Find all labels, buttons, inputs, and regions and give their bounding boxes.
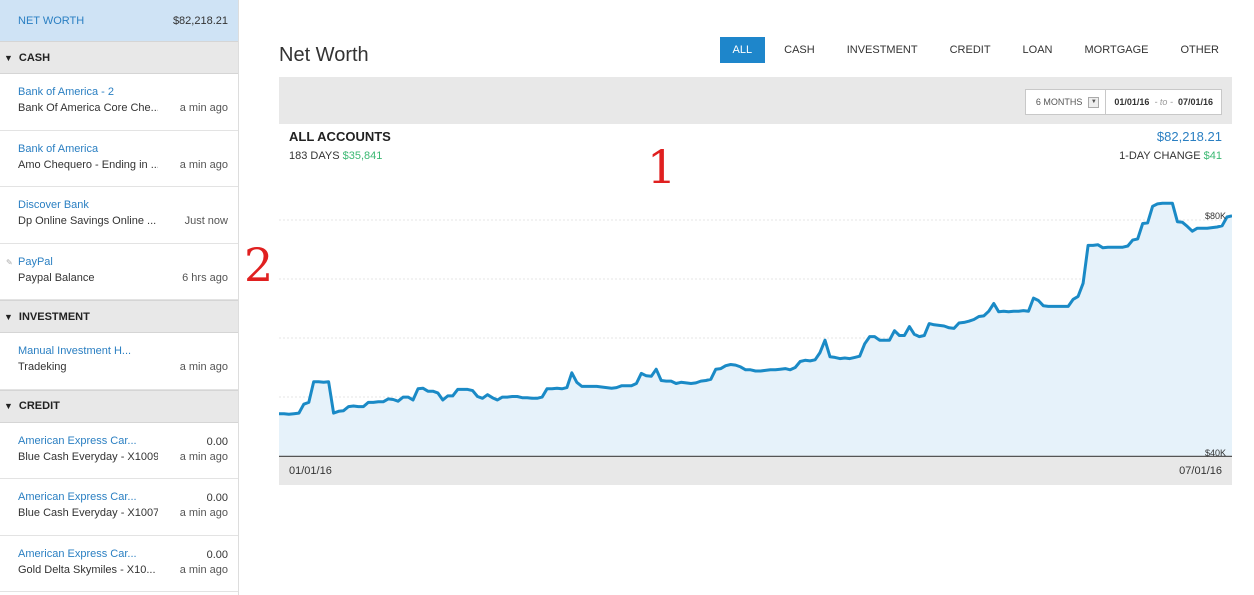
date-range-control: 6 MONTHS ▼ 01/01/16 - to - 07/01/16 (1024, 89, 1222, 115)
filter-tab-credit[interactable]: CREDIT (937, 37, 1004, 63)
account-updated-time: a min ago (179, 450, 228, 463)
account-name[interactable]: Discover Bank (18, 199, 228, 211)
account-description: Gold Delta Skymiles - X10... (18, 563, 156, 576)
account-item[interactable]: American Express Car... Blue Cash Everyda… (0, 479, 238, 536)
account-item[interactable]: Manual Investment H... Tradeking a min ago (0, 333, 238, 390)
account-name[interactable]: American Express Car... (18, 491, 228, 503)
account-description: Amo Chequero - Ending in ... (18, 158, 158, 171)
account-updated-time: a min ago (179, 563, 228, 576)
sync-status-icon: ✎ (6, 257, 13, 267)
chevron-down-icon: ▼ (1088, 96, 1100, 108)
account-updated-time: a min ago (179, 507, 228, 519)
account-name[interactable]: Bank of America - 2 (18, 86, 228, 98)
account-updated-time: a min ago (179, 102, 228, 114)
range-start-date[interactable]: 01/01/16 (1114, 97, 1149, 107)
account-description: Blue Cash Everyday - X1007 (18, 507, 158, 519)
account-sidebar: NET WORTH $82,218.21 ▼ CASH Bank of Americ… (0, 0, 239, 595)
page-title: Net Worth (279, 44, 369, 66)
range-to-label: - to - (1154, 97, 1173, 107)
account-updated-time: 6 hrs ago (182, 271, 228, 284)
account-groups: ▼ CASH Bank of America - 2 Bank Of America … (0, 41, 238, 592)
group-header-cash[interactable]: ▼ CASH (0, 41, 238, 74)
summary-title: ALL ACCOUNTS (289, 129, 391, 144)
account-item[interactable]: American Express Car... Blue Cash Everyda… (0, 423, 238, 479)
account-balance: 0.00 (206, 548, 228, 561)
series-area-fill (279, 203, 1232, 457)
net-worth-row[interactable]: NET WORTH $82,218.21 (0, 0, 238, 41)
caret-down-icon: ▼ (4, 311, 13, 322)
y-tick-label: $40K (1205, 448, 1226, 457)
main-content: Net Worth ALL CASH INVESTMENT CREDIT LOAN MOR… (279, 0, 1232, 595)
account-item[interactable]: Discover Bank Dp Online Savings Online ..… (0, 187, 238, 244)
filter-tab-cash[interactable]: CASH (771, 37, 828, 63)
account-item[interactable]: Bank of America Amo Chequero - Ending in … (0, 131, 238, 187)
caret-down-icon: ▼ (4, 52, 13, 63)
net-worth-value: $82,218.21 (172, 14, 228, 27)
one-day-change: 1-DAY CHANGE $41 (1119, 150, 1222, 162)
account-item[interactable]: American Express Car... Gold Delta Skymil… (0, 536, 238, 592)
x-axis-labels: 01/01/16 07/01/16 (279, 459, 1232, 485)
group-title: CASH (18, 51, 51, 64)
one-day-change-label: 1-DAY CHANGE (1119, 150, 1201, 162)
annotation-1: 1 (647, 140, 677, 194)
net-worth-label: NET WORTH (18, 14, 85, 27)
filter-tab-other[interactable]: OTHER (1168, 37, 1233, 63)
period-select-value: 6 MONTHS (1035, 97, 1083, 107)
period-select[interactable]: 6 MONTHS ▼ (1026, 90, 1107, 114)
period-change-value: $35,841 (342, 150, 383, 162)
group-title: INVESTMENT (18, 310, 90, 323)
period-change: 183 DAYS $35,841 (289, 150, 382, 162)
account-name[interactable]: American Express Car... (18, 435, 228, 447)
filter-tab-loan[interactable]: LOAN (1010, 37, 1066, 63)
account-balance: 0.00 (206, 492, 228, 504)
chart-panel: 6 MONTHS ▼ 01/01/16 - to - 07/01/16 $40K… (279, 77, 1232, 485)
x-tick-label-start: 01/01/16 (289, 465, 332, 477)
net-worth-chart: $40K $80K (279, 201, 1232, 457)
group-title: CREDIT (18, 400, 60, 412)
filter-tab-investment[interactable]: INVESTMENT (834, 37, 931, 63)
account-updated-time: a min ago (179, 158, 228, 171)
account-updated-time: Just now (184, 215, 228, 227)
date-range-inputs[interactable]: 01/01/16 - to - 07/01/16 (1106, 90, 1221, 114)
account-name[interactable]: American Express Car... (18, 548, 228, 560)
account-type-filters: ALL CASH INVESTMENT CREDIT LOAN MORTGAGE OTHER (714, 37, 1232, 63)
account-item[interactable]: Bank of America - 2 Bank Of America Core … (0, 74, 238, 131)
group-header-credit[interactable]: ▼ CREDIT (0, 389, 238, 423)
summary-total: $82,218.21 (1156, 129, 1222, 144)
annotation-2: 2 (244, 238, 274, 292)
account-description: Bank Of America Core Che... (18, 102, 158, 114)
account-description: Tradeking (18, 361, 67, 373)
one-day-change-value: $41 (1203, 150, 1222, 162)
account-item[interactable]: ✎ PayPal Paypal Balance 6 hrs ago (0, 244, 238, 300)
period-days-label: 183 DAYS (289, 150, 340, 162)
range-end-date[interactable]: 07/01/16 (1178, 97, 1213, 107)
account-name[interactable]: PayPal (18, 256, 228, 268)
account-updated-time: a min ago (179, 361, 228, 373)
account-balance: 0.00 (206, 435, 228, 448)
chart-area: $40K $80K ALL ACCOUNTS 183 DAYS $35,841 $… (279, 124, 1232, 457)
group-header-investment[interactable]: ▼ INVESTMENT (0, 300, 238, 333)
caret-down-icon: ▼ (4, 401, 13, 411)
account-description: Dp Online Savings Online ... (18, 215, 157, 227)
x-tick-label-end: 07/01/16 (1179, 465, 1222, 477)
account-name[interactable]: Manual Investment H... (18, 345, 228, 357)
account-description: Blue Cash Everyday - X1009 (18, 450, 158, 463)
filter-tab-mortgage[interactable]: MORTGAGE (1072, 37, 1162, 63)
account-name[interactable]: Bank of America (18, 143, 228, 155)
account-description: Paypal Balance (18, 271, 95, 284)
filter-tab-all[interactable]: ALL (719, 37, 766, 63)
y-tick-label: $80K (1205, 211, 1226, 221)
